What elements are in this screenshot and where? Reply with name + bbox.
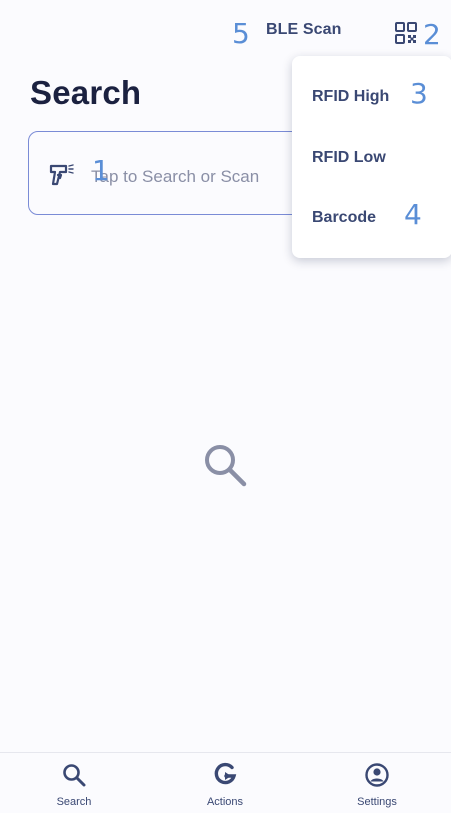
annotation-3: 3 (410, 77, 428, 110)
menu-item-rfid-high[interactable]: RFID High (312, 88, 389, 106)
search-icon (205, 445, 247, 487)
ble-scan-button[interactable]: BLE Scan (266, 21, 342, 39)
search-input[interactable]: Tap to Search or Scan (28, 131, 328, 215)
barcode-scanner-icon[interactable] (49, 163, 75, 187)
nav-item-settings[interactable]: Settings (317, 753, 437, 813)
bottom-nav: Search Actions Settings (0, 752, 451, 813)
page-title: Search (30, 74, 142, 111)
nav-item-actions[interactable]: Actions (165, 753, 285, 813)
nav-label: Search (56, 796, 92, 808)
actions-icon (214, 762, 237, 785)
settings-icon (365, 763, 389, 787)
nav-label: Settings (357, 796, 397, 808)
annotation-5: 5 (232, 17, 250, 50)
annotation-4: 4 (404, 198, 422, 231)
search-icon (63, 764, 86, 787)
menu-item-rfid-low[interactable]: RFID Low (312, 149, 386, 167)
annotation-2: 2 (423, 18, 441, 51)
menu-item-barcode[interactable]: Barcode (312, 209, 376, 227)
qr-code-icon[interactable] (394, 21, 418, 45)
nav-label: Actions (206, 796, 244, 808)
nav-item-search[interactable]: Search (14, 753, 134, 813)
annotation-1: 1 (92, 154, 110, 187)
search-placeholder: Tap to Search or Scan (91, 167, 260, 186)
